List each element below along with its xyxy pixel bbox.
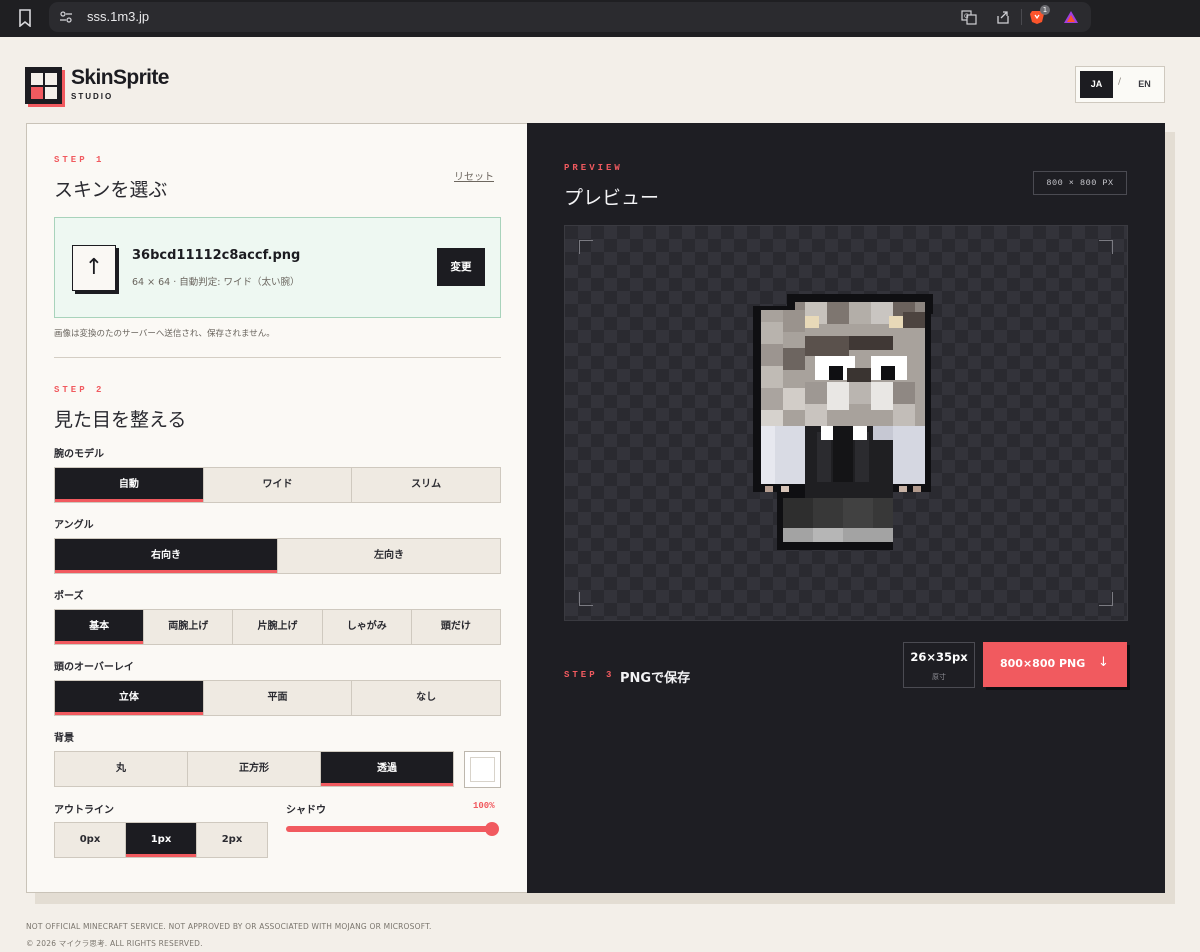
bookmark-icon[interactable]	[18, 9, 32, 27]
preview-title: プレビュー	[564, 187, 660, 209]
file-name: 36bcd11112c8accf.png	[132, 248, 301, 263]
outline-label: アウトライン	[54, 805, 114, 816]
arm-model-label: 腕のモデル	[54, 449, 104, 460]
svg-text:G: G	[964, 13, 969, 20]
skinsprite-logo-icon[interactable]	[25, 67, 62, 104]
outline-option-2px[interactable]: 2px	[196, 823, 267, 857]
address-bar[interactable]: sss.1m3.jp G 1	[49, 2, 1091, 32]
frame-corner	[579, 240, 593, 254]
arm-model-option-auto[interactable]: 自動	[55, 468, 203, 502]
outline-option-0px[interactable]: 0px	[55, 823, 125, 857]
pose-option-both-arms-up[interactable]: 両腕上げ	[143, 610, 232, 644]
angle-selector: 右向き 左向き	[54, 538, 501, 574]
arm-model-option-wide[interactable]: ワイド	[202, 468, 352, 502]
background-label: 背景	[54, 733, 74, 744]
angle-option-right[interactable]: 右向き	[55, 539, 277, 573]
preview-dimensions: 800 × 800 PX	[1033, 171, 1127, 195]
head-overlay-option-flat[interactable]: 平面	[202, 681, 352, 715]
pose-selector: 基本 両腕上げ 片腕上げ しゃがみ 頭だけ	[54, 609, 501, 645]
browser-toolbar: sss.1m3.jp G 1	[0, 0, 1200, 37]
pose-option-one-arm-up[interactable]: 片腕上げ	[232, 610, 321, 644]
outline-option-1px[interactable]: 1px	[125, 823, 196, 857]
settings-panel: STEP 1 スキンを選ぶ リセット ↑ 36bcd11112c8accf.pn…	[26, 123, 528, 893]
shadow-slider-track[interactable]	[286, 826, 492, 832]
head-overlay-option-3d[interactable]: 立体	[55, 681, 203, 715]
head-overlay-option-none[interactable]: なし	[351, 681, 500, 715]
lang-separator: /	[1118, 77, 1122, 87]
step3-label: STEP 3	[564, 670, 615, 680]
frame-corner	[579, 592, 593, 606]
toolbar-divider	[1021, 9, 1022, 25]
section-divider	[54, 357, 501, 358]
brave-rewards-icon[interactable]	[1063, 9, 1079, 25]
language-switcher: JA / EN	[1075, 66, 1165, 103]
preview-panel: PREVIEW プレビュー 800 × 800 PX STEP 3 PNGで保存…	[527, 123, 1165, 893]
outline-selector: 0px 1px 2px	[54, 822, 268, 858]
download-arrow-icon: ↓	[1098, 655, 1109, 670]
original-size-button[interactable]: 26×35px 原寸	[903, 642, 975, 688]
angle-label: アングル	[54, 520, 94, 531]
arm-model-option-slim[interactable]: スリム	[351, 468, 500, 502]
share-icon[interactable]	[995, 9, 1011, 25]
footer-copyright: © 2026 マイクラ思考. ALL RIGHTS RESERVED.	[26, 939, 203, 948]
arm-model-selector: 自動 ワイド スリム	[54, 467, 501, 503]
reset-link[interactable]: リセット	[454, 168, 494, 183]
step1-label: STEP 1	[54, 155, 105, 165]
upload-icon[interactable]: ↑	[72, 245, 116, 291]
site-settings-icon[interactable]	[58, 9, 74, 25]
background-option-transparent[interactable]: 透過	[320, 752, 453, 786]
pose-option-crouch[interactable]: しゃがみ	[321, 610, 411, 644]
download-png-button[interactable]: 800×800 PNG ↓	[983, 642, 1127, 687]
footer-disclaimer: NOT OFFICIAL MINECRAFT SERVICE. NOT APPR…	[26, 922, 432, 931]
shadow-label: シャドウ	[286, 805, 326, 816]
lang-ja-button[interactable]: JA	[1080, 71, 1113, 98]
step3-title: PNGで保存	[620, 671, 691, 686]
brand-subtitle: STUDIO	[71, 92, 114, 101]
shield-count-badge: 1	[1040, 5, 1050, 15]
pose-option-head-only[interactable]: 頭だけ	[410, 610, 500, 644]
file-meta: 64 × 64 · 自動判定: ワイド（太い腕）	[132, 277, 300, 288]
frame-corner	[1099, 592, 1113, 606]
pose-option-basic[interactable]: 基本	[55, 610, 144, 644]
translate-icon[interactable]: G	[961, 9, 977, 25]
step2-label: STEP 2	[54, 385, 105, 395]
lang-en-button[interactable]: EN	[1128, 71, 1161, 98]
head-overlay-selector: 立体 平面 なし	[54, 680, 501, 716]
privacy-note: 画像は変換のたのサーバーへ送信され、保存されません。	[54, 329, 275, 339]
angle-option-left[interactable]: 左向き	[277, 539, 500, 573]
file-dropzone[interactable]: ↑ 36bcd11112c8accf.png 64 × 64 · 自動判定: ワ…	[54, 217, 501, 318]
background-color-swatch[interactable]	[464, 751, 501, 788]
pose-label: ポーズ	[54, 591, 84, 602]
preview-step-label: PREVIEW	[564, 163, 623, 173]
original-size-value: 26×35px	[910, 650, 968, 664]
head-overlay-label: 頭のオーバーレイ	[54, 662, 134, 673]
change-file-button[interactable]: 変更	[437, 248, 485, 286]
background-option-circle[interactable]: 丸	[55, 752, 187, 786]
step1-title: スキンを選ぶ	[54, 179, 168, 201]
brand-name[interactable]: SkinSprite	[71, 66, 169, 90]
shadow-slider-thumb[interactable]	[485, 822, 499, 836]
skin-sprite-image	[753, 294, 933, 550]
step2-title: 見た目を整える	[54, 409, 187, 431]
url-text[interactable]: sss.1m3.jp	[87, 9, 149, 24]
shadow-value: 100%	[473, 801, 495, 811]
preview-canvas	[564, 225, 1128, 621]
original-size-caption: 原寸	[932, 673, 946, 681]
download-png-label: 800×800 PNG	[1000, 657, 1086, 670]
background-selector: 丸 正方形 透過	[54, 751, 454, 787]
background-option-square[interactable]: 正方形	[187, 752, 320, 786]
frame-corner	[1099, 240, 1113, 254]
